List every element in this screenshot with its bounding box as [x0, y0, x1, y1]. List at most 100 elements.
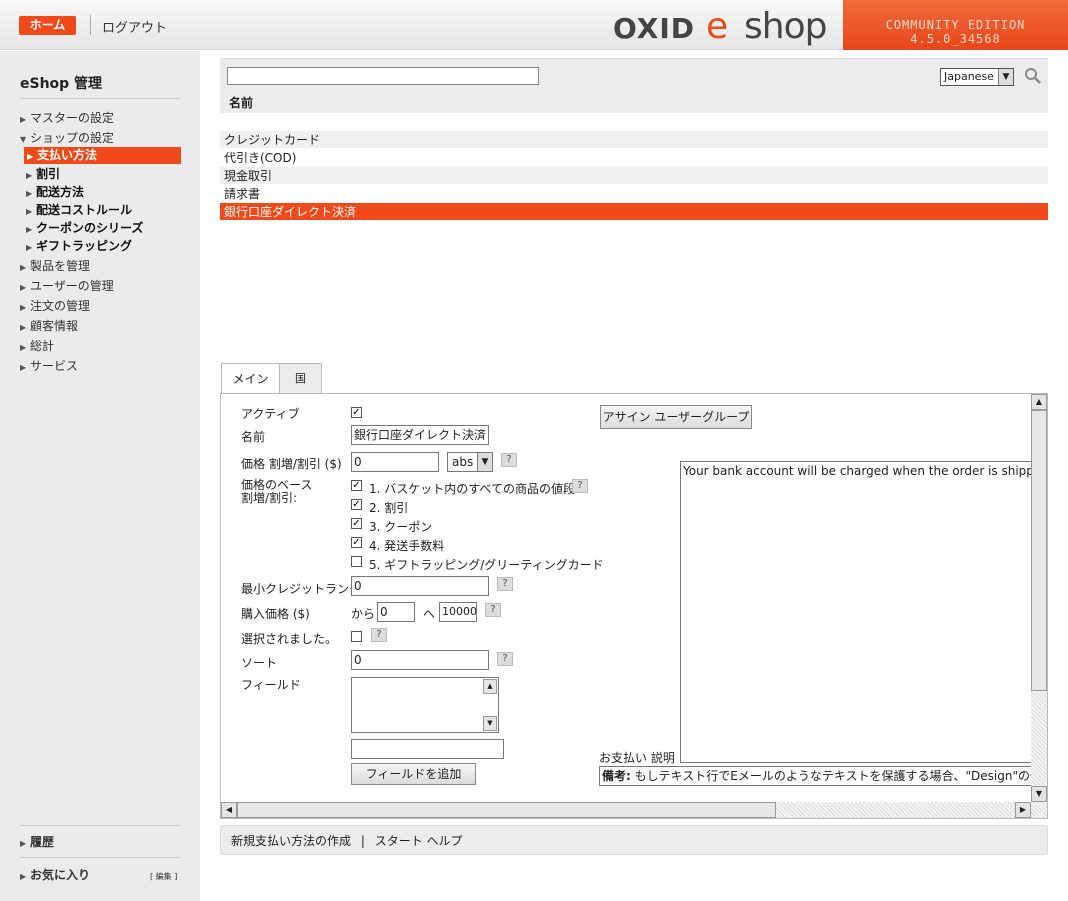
- new-field-input[interactable]: [351, 739, 504, 759]
- admin-sidebar: eShop 管理 ▶ マスターの設定 ▼ ショップの設定 ▶ 支払い方法 ▶ 割引 ▶ 配…: [0, 51, 200, 901]
- sidebar-item-customer-info[interactable]: ▶ 顧客情報: [20, 317, 78, 334]
- language-select[interactable]: Japanese ▼: [940, 68, 1014, 86]
- base-option-checkbox[interactable]: ✓: [351, 480, 362, 491]
- purchase-price-label: 購入価格 ($): [241, 607, 310, 621]
- list-item[interactable]: 現金取引: [220, 167, 1048, 185]
- list-item-selected[interactable]: 銀行口座ダイレクト決済: [220, 203, 1048, 221]
- price-to-input[interactable]: 100000: [439, 602, 477, 622]
- sidebar-divider: [20, 857, 181, 858]
- new-payment-method-link[interactable]: 新規支払い方法の作成: [231, 834, 351, 848]
- help-icon[interactable]: ?: [501, 453, 517, 467]
- sidebar-item-label: マスターの設定: [30, 111, 115, 125]
- top-header: ホーム ログアウト OXID e shop COMMUNITY EDITION …: [0, 0, 1068, 50]
- help-icon[interactable]: ?: [371, 628, 387, 642]
- price-type-select[interactable]: abs ▼: [447, 452, 493, 472]
- start-help-link[interactable]: スタート ヘルプ: [375, 834, 463, 848]
- base-option-checkbox[interactable]: [351, 556, 362, 567]
- triangle-right-icon: ▶: [20, 303, 27, 312]
- sidebar-item-label: 割引: [36, 167, 61, 181]
- sidebar-item-service[interactable]: ▶ サービス: [20, 357, 78, 374]
- history-label: 履歴: [30, 835, 55, 849]
- home-button[interactable]: ホーム: [19, 16, 76, 35]
- description-editor[interactable]: Your bank account will be charged when t…: [680, 461, 1032, 763]
- dropdown-arrow-icon: ▼: [998, 69, 1013, 85]
- oxid-eshop-logo: OXID e shop: [613, 6, 831, 47]
- search-input[interactable]: [227, 67, 539, 85]
- sidebar-favorites[interactable]: ▶ お気に入り: [20, 866, 90, 883]
- scrollbar-thumb[interactable]: [237, 802, 776, 818]
- selected-checkbox[interactable]: [351, 631, 362, 642]
- selected-label: 選択されました。: [241, 632, 338, 646]
- column-header-name[interactable]: 名前: [229, 94, 253, 111]
- sort-input[interactable]: 0: [351, 650, 489, 670]
- active-checkbox[interactable]: ✓: [351, 407, 362, 418]
- edition-version: 4.5.0_34568: [910, 32, 1001, 46]
- base-option-label: 2. 割引: [369, 501, 409, 515]
- scroll-down-icon[interactable]: ▼: [483, 716, 497, 731]
- sidebar-divider: [20, 98, 181, 99]
- assign-user-groups-button[interactable]: アサイン ユーザーグループ: [600, 405, 752, 429]
- payment-description-label: お支払い 説明: [599, 751, 675, 765]
- sidebar-item-gift-wrapping[interactable]: ▶ ギフトラッピング: [26, 237, 132, 254]
- help-icon[interactable]: ?: [497, 652, 513, 666]
- help-icon[interactable]: ?: [485, 603, 501, 617]
- sidebar-item-statistics[interactable]: ▶ 総計: [20, 337, 54, 354]
- sidebar-item-products[interactable]: ▶ 製品を管理: [20, 257, 90, 274]
- horizontal-scrollbar[interactable]: ◀ ▶: [221, 802, 1047, 818]
- add-field-button[interactable]: フィールドを追加: [351, 763, 476, 785]
- triangle-right-icon: ▶: [26, 189, 33, 198]
- active-label: アクティブ: [241, 407, 300, 421]
- price-input[interactable]: 0: [351, 452, 439, 472]
- from-label: から: [351, 607, 376, 621]
- base-option-checkbox[interactable]: ✓: [351, 518, 362, 529]
- help-icon[interactable]: ?: [497, 577, 513, 591]
- sidebar-item-shipping-methods[interactable]: ▶ 配送方法: [26, 183, 84, 200]
- scroll-left-icon[interactable]: ◀: [221, 802, 237, 818]
- edition-name: COMMUNITY EDITION: [885, 18, 1026, 32]
- sidebar-item-label: サービス: [30, 359, 79, 373]
- sidebar-item-label: 総計: [30, 339, 55, 353]
- sidebar-item-master-settings[interactable]: ▶ マスターの設定: [20, 109, 114, 126]
- min-credit-input[interactable]: 0: [351, 576, 489, 596]
- sidebar-item-label: 配送コストルール: [36, 203, 133, 217]
- list-item[interactable]: 請求書: [220, 185, 1048, 203]
- triangle-right-icon: ▶: [20, 839, 27, 848]
- tab-country[interactable]: 国: [280, 363, 322, 393]
- help-icon[interactable]: ?: [572, 479, 588, 493]
- list-item[interactable]: 代引き(COD): [220, 149, 1048, 167]
- scrollbar-thumb[interactable]: [1031, 410, 1047, 691]
- scroll-up-icon[interactable]: ▲: [483, 679, 497, 694]
- sidebar-item-coupon-series[interactable]: ▶ クーポンのシリーズ: [26, 219, 143, 236]
- favorites-edit-link[interactable]: [ 編集 ]: [150, 871, 177, 882]
- tab-main[interactable]: メイン: [221, 363, 280, 394]
- name-input[interactable]: 銀行口座ダイレクト決済: [351, 425, 489, 445]
- sidebar-item-shop-settings[interactable]: ▼ ショップの設定: [20, 129, 114, 146]
- vertical-scrollbar[interactable]: ▲ ▼: [1031, 394, 1047, 802]
- price-from-input[interactable]: 0: [377, 602, 415, 622]
- triangle-right-icon: ▶: [26, 225, 33, 234]
- min-credit-label: 最小クレジットランク: [241, 582, 362, 596]
- base-option-checkbox[interactable]: ✓: [351, 499, 362, 510]
- payment-list: クレジットカード 代引き(COD) 現金取引 請求書 銀行口座ダイレクト決済: [220, 113, 1048, 221]
- triangle-right-icon: ▶: [20, 363, 27, 372]
- sidebar-item-shipping-cost-rules[interactable]: ▶ 配送コストルール: [26, 201, 132, 218]
- base-option-checkbox[interactable]: ✓: [351, 537, 362, 548]
- price-base-label-2: 割増/割引:: [241, 491, 298, 505]
- note-text: もしテキスト行でEメールのようなテキストを保護する場合、"Design"の代わり…: [634, 769, 1031, 783]
- price-label: 価格 割増/割引 ($): [241, 457, 342, 471]
- scroll-up-icon[interactable]: ▲: [1031, 394, 1047, 410]
- sidebar-item-users[interactable]: ▶ ユーザーの管理: [20, 277, 114, 294]
- sidebar-item-label: ショップの設定: [30, 131, 115, 145]
- logout-link[interactable]: ログアウト: [102, 17, 167, 36]
- sidebar-item-payment-methods[interactable]: ▶ 支払い方法: [24, 147, 181, 164]
- fields-list[interactable]: ▲ ▼: [351, 677, 499, 733]
- sidebar-item-label: 注文の管理: [30, 299, 91, 313]
- sidebar-item-label: ギフトラッピング: [36, 239, 133, 253]
- sidebar-item-orders[interactable]: ▶ 注文の管理: [20, 297, 90, 314]
- search-icon[interactable]: [1024, 67, 1042, 85]
- sidebar-item-discounts[interactable]: ▶ 割引: [26, 165, 60, 182]
- scroll-right-icon[interactable]: ▶: [1015, 802, 1031, 818]
- sidebar-history[interactable]: ▶ 履歴: [20, 833, 54, 850]
- scroll-down-icon[interactable]: ▼: [1031, 786, 1047, 802]
- list-item[interactable]: クレジットカード: [220, 131, 1048, 149]
